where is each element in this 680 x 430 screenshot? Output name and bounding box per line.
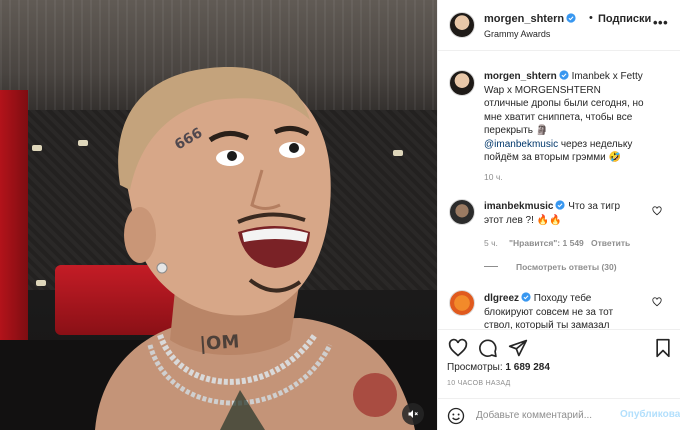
post-video[interactable]: |OM 666 <box>0 0 437 430</box>
post-timestamp[interactable]: 10 часов назад <box>447 380 511 387</box>
comment-line: этот лев ?! 🔥🔥 <box>484 214 562 226</box>
person-figure: |OM 666 <box>95 67 415 430</box>
views-value: 1 689 284 <box>505 362 550 373</box>
comment-bubble-icon[interactable] <box>478 338 498 358</box>
post-details-panel: morgen_shtern • Подписки Grammy Awards •… <box>437 0 680 430</box>
caption-text: morgen_shtern Imanbek x Fetty Wap x MORG… <box>484 70 674 165</box>
views-count[interactable]: Просмотры: 1 689 284 <box>447 362 550 373</box>
caption-line: через недельку <box>558 138 633 150</box>
view-replies-button[interactable]: Посмотреть ответы (30) <box>516 262 617 272</box>
svg-text:|OM: |OM <box>199 331 240 355</box>
caption-line: перекрыть 🗿 <box>484 125 549 136</box>
emoji-smiley-icon[interactable] <box>447 407 465 425</box>
verified-badge-icon <box>559 70 569 80</box>
more-options-icon[interactable]: ••• <box>653 15 668 30</box>
caption-line: мне хватит сниппета, чтобы все <box>484 111 633 123</box>
save-bookmark-icon[interactable] <box>653 338 673 358</box>
following-button[interactable]: Подписки <box>598 13 651 25</box>
comment-text: imanbekmusic Что за тигр этот лев ?! 🔥🔥 <box>484 200 644 227</box>
comment-text: dlgreez Походу тебе блокируют совсем не … <box>484 292 644 329</box>
publish-comment-button[interactable]: Опубликовать <box>620 409 680 420</box>
comment-line: блокируют совсем не за тот <box>484 306 614 318</box>
caption-line: отличные дропы были сегодня, но <box>484 98 644 109</box>
commenter-username[interactable]: dlgreez <box>484 293 519 304</box>
post-header: morgen_shtern • Подписки Grammy Awards •… <box>438 0 680 51</box>
author-username-text: morgen_shtern <box>484 13 565 25</box>
caption-time[interactable]: 10 ч. <box>484 172 503 182</box>
share-paper-plane-icon[interactable] <box>508 338 528 358</box>
add-comment-bar: Опубликовать <box>438 398 680 430</box>
commenter-avatar[interactable] <box>449 199 475 225</box>
comment-like-heart-icon[interactable] <box>652 206 662 216</box>
mention-link[interactable]: @imanbekmusic <box>484 139 558 150</box>
comment-line: Что за тигр <box>568 201 621 212</box>
views-label: Просмотры: <box>447 362 503 373</box>
comments-list[interactable]: morgen_shtern Imanbek x Fetty Wap x MORG… <box>438 52 680 329</box>
caption-author-avatar[interactable] <box>449 70 475 96</box>
comment-time[interactable]: 5 ч. <box>484 238 498 248</box>
verified-badge-icon <box>521 292 531 302</box>
caption-line: пойдём за вторым грэмми 🤣 <box>484 152 621 163</box>
comment-like-heart-icon[interactable] <box>652 297 662 307</box>
header-separator: • <box>589 12 593 24</box>
author-avatar[interactable] <box>449 12 475 38</box>
comment-line: ствол, который ты замазал <box>484 320 610 329</box>
comment-input[interactable] <box>476 407 616 423</box>
commenter-username[interactable]: imanbekmusic <box>484 201 553 212</box>
like-heart-icon[interactable] <box>448 338 468 358</box>
verified-badge-icon <box>555 200 566 210</box>
speaker-muted-icon <box>408 410 418 418</box>
comment-line: Походу тебе <box>533 293 592 304</box>
caption-username[interactable]: morgen_shtern <box>484 71 557 82</box>
caption-line: Imanbek x Fetty <box>571 71 643 82</box>
post-location[interactable]: Grammy Awards <box>484 29 550 39</box>
author-username[interactable]: morgen_shtern <box>484 13 576 25</box>
commenter-avatar[interactable] <box>449 290 475 316</box>
comment-likes-count[interactable]: "Нравится": 1 549 <box>509 238 584 248</box>
caption-line: Wap x MORGENSHTERN <box>484 84 601 96</box>
reply-button[interactable]: Ответить <box>591 238 630 248</box>
replies-divider <box>484 266 498 267</box>
sound-toggle-button[interactable] <box>402 403 424 425</box>
verified-badge-icon <box>566 13 576 23</box>
